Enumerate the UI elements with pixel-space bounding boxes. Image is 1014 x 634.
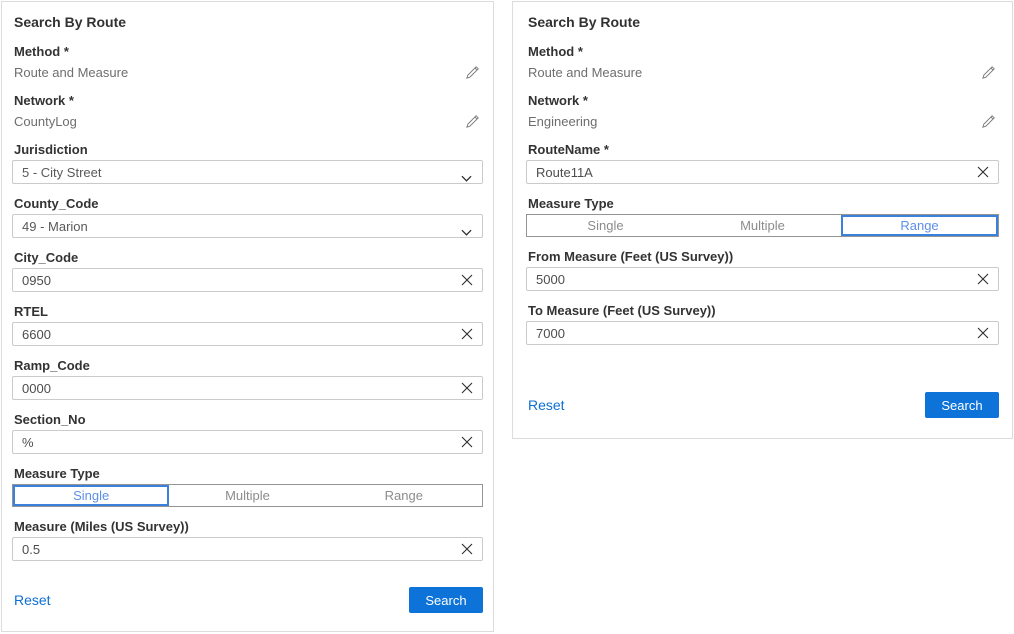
field-method: Method * Route and Measure [12, 44, 483, 82]
field-measure: Measure (Miles (US Survey)) [12, 519, 483, 561]
section-no-input[interactable] [12, 430, 483, 454]
field-network: Network * CountyLog [12, 93, 483, 131]
clear-icon[interactable] [976, 165, 990, 179]
field-network: Network * Engineering [526, 93, 999, 131]
field-value: Route and Measure [528, 65, 642, 80]
chevron-down-icon [461, 170, 472, 185]
reset-link[interactable]: Reset [14, 592, 51, 608]
panel-footer: Reset Search [12, 587, 483, 613]
field-value: CountyLog [14, 114, 77, 129]
field-label: Network * [14, 93, 483, 109]
city-code-input[interactable] [12, 268, 483, 292]
field-label: To Measure (Feet (US Survey)) [528, 303, 999, 319]
field-to-measure: To Measure (Feet (US Survey)) [526, 303, 999, 345]
field-county-code: County_Code 49 - Marion [12, 196, 483, 238]
edit-icon[interactable] [981, 65, 996, 80]
measure-input[interactable] [12, 537, 483, 561]
edit-icon[interactable] [465, 65, 480, 80]
field-label: Measure Type [528, 196, 999, 212]
panel-title: Search By Route [14, 14, 483, 31]
search-by-route-panel-left: Search By Route Method * Route and Measu… [1, 1, 494, 632]
measure-type-toggle: Single Multiple Range [526, 214, 999, 237]
select-value: 5 - City Street [22, 165, 101, 180]
clear-icon[interactable] [976, 326, 990, 340]
clear-icon[interactable] [460, 435, 474, 449]
field-label: Jurisdiction [14, 142, 483, 158]
clear-icon[interactable] [976, 272, 990, 286]
select-value: 49 - Marion [22, 219, 88, 234]
edit-icon[interactable] [981, 114, 996, 129]
field-section-no: Section_No [12, 412, 483, 454]
segment-multiple[interactable]: Multiple [169, 485, 325, 506]
segment-multiple[interactable]: Multiple [684, 215, 841, 236]
clear-icon[interactable] [460, 381, 474, 395]
field-label: Measure (Miles (US Survey)) [14, 519, 483, 535]
field-label: Network * [528, 93, 999, 109]
search-by-route-panel-right: Search By Route Method * Route and Measu… [512, 1, 1013, 439]
field-jurisdiction: Jurisdiction 5 - City Street [12, 142, 483, 184]
field-method: Method * Route and Measure [526, 44, 999, 82]
field-label: Ramp_Code [14, 358, 483, 374]
field-city-code: City_Code [12, 250, 483, 292]
panel-title: Search By Route [528, 14, 999, 31]
rtel-input[interactable] [12, 322, 483, 346]
field-value: Engineering [528, 114, 597, 129]
search-button[interactable]: Search [925, 392, 999, 418]
edit-icon[interactable] [465, 114, 480, 129]
field-label: Measure Type [14, 466, 483, 482]
segment-range[interactable]: Range [841, 215, 998, 236]
field-ramp-code: Ramp_Code [12, 358, 483, 400]
field-label: County_Code [14, 196, 483, 212]
field-from-measure: From Measure (Feet (US Survey)) [526, 249, 999, 291]
panel-footer: Reset Search [526, 392, 999, 418]
clear-icon[interactable] [460, 327, 474, 341]
reset-link[interactable]: Reset [528, 397, 565, 413]
field-label: RTEL [14, 304, 483, 320]
jurisdiction-select[interactable]: 5 - City Street [12, 160, 483, 184]
segment-single[interactable]: Single [13, 485, 169, 506]
chevron-down-icon [461, 224, 472, 239]
from-measure-input[interactable] [526, 267, 999, 291]
search-button[interactable]: Search [409, 587, 483, 613]
field-label: RouteName * [528, 142, 999, 158]
field-value: Route and Measure [14, 65, 128, 80]
ramp-code-input[interactable] [12, 376, 483, 400]
field-measure-type: Measure Type Single Multiple Range [526, 196, 999, 237]
field-measure-type: Measure Type Single Multiple Range [12, 466, 483, 507]
clear-icon[interactable] [460, 273, 474, 287]
segment-single[interactable]: Single [527, 215, 684, 236]
measure-type-toggle: Single Multiple Range [12, 484, 483, 507]
segment-range[interactable]: Range [326, 485, 482, 506]
field-label: Method * [528, 44, 999, 60]
route-name-input[interactable] [526, 160, 999, 184]
clear-icon[interactable] [460, 542, 474, 556]
field-label: Section_No [14, 412, 483, 428]
to-measure-input[interactable] [526, 321, 999, 345]
field-label: Method * [14, 44, 483, 60]
field-rtel: RTEL [12, 304, 483, 346]
field-route-name: RouteName * [526, 142, 999, 184]
county-code-select[interactable]: 49 - Marion [12, 214, 483, 238]
field-label: City_Code [14, 250, 483, 266]
field-label: From Measure (Feet (US Survey)) [528, 249, 999, 265]
